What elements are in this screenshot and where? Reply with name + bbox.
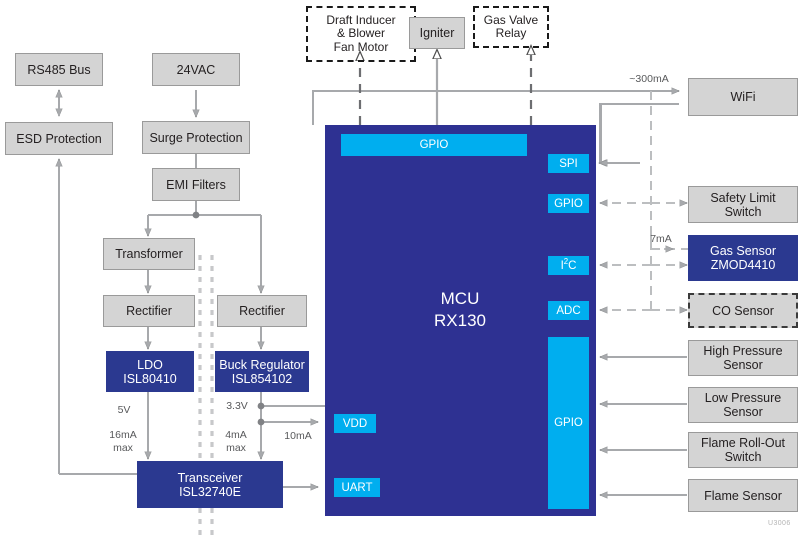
rectifier-right-box[interactable]: Rectifier xyxy=(217,295,307,327)
ldo-voltage-label: 5V xyxy=(117,404,131,416)
ldo-box[interactable]: LDO ISL80410 xyxy=(106,351,194,392)
block-diagram-canvas: RS485 Bus ESD Protection 24VAC Surge Pro… xyxy=(0,0,800,541)
ldo-current-label-line1: 16mA xyxy=(109,429,137,441)
gas-sensor-box[interactable]: Gas Sensor ZMOD4410 xyxy=(688,235,798,281)
mcu-port-gpio-top-label: GPIO xyxy=(419,139,449,151)
gas-sensor-label-line2: ZMOD4410 xyxy=(710,258,776,272)
mcu-name-line2: RX130 xyxy=(434,311,486,331)
high-pressure-sensor-label-line1: High Pressure xyxy=(703,344,783,358)
emi-filters-box[interactable]: EMI Filters xyxy=(152,168,240,201)
mcu-port-gpio-right-1-label: GPIO xyxy=(554,197,583,210)
wifi-current-label: ~300mA xyxy=(629,73,669,85)
mcu-port-uart-label: UART xyxy=(341,481,373,494)
high-pressure-sensor-box[interactable]: High Pressure Sensor xyxy=(688,340,798,376)
mcu-port-uart[interactable]: UART xyxy=(334,478,380,497)
gas-sensor-current-label: 7mA xyxy=(650,233,672,245)
mcu-port-gpio-right-block[interactable]: GPIO xyxy=(548,337,589,509)
mcu-port-spi-label: SPI xyxy=(559,157,578,170)
fan-motor-box[interactable]: Draft Inducer & Blower Fan Motor xyxy=(306,6,416,62)
rs485-bus-label: RS485 Bus xyxy=(27,62,91,77)
mcu-port-vdd[interactable]: VDD xyxy=(334,414,376,433)
emi-filters-label: EMI Filters xyxy=(166,177,226,192)
safety-limit-switch-label-line2: Switch xyxy=(724,204,762,219)
buck-label-line2: ISL854102 xyxy=(231,371,293,386)
ac-input-box[interactable]: 24VAC xyxy=(152,53,240,86)
mcu-port-adc[interactable]: ADC xyxy=(548,301,589,320)
esd-protection-box[interactable]: ESD Protection xyxy=(5,122,113,155)
buck-regulator-box[interactable]: Buck Regulator ISL854102 xyxy=(215,351,309,392)
buck-current-label-line2: max xyxy=(226,442,246,454)
co-sensor-label: CO Sensor xyxy=(712,303,774,318)
gas-valve-relay-label-line2: Relay xyxy=(495,26,527,40)
buck-label-line1: Buck Regulator xyxy=(219,357,305,372)
fan-motor-label-line2: & Blower xyxy=(336,26,386,41)
low-pressure-sensor-label-line1: Low Pressure xyxy=(704,391,782,405)
surge-protection-box[interactable]: Surge Protection xyxy=(142,121,250,154)
ldo-label-line2: ISL80410 xyxy=(123,371,177,386)
wifi-box[interactable]: WiFi xyxy=(688,78,798,116)
igniter-box[interactable]: Igniter xyxy=(409,17,465,49)
flame-roll-out-switch-box[interactable]: Flame Roll-Out Switch xyxy=(688,432,798,468)
transceiver-box[interactable]: Transceiver ISL32740E xyxy=(137,461,283,508)
transceiver-label-line1: Transceiver xyxy=(177,470,243,485)
transformer-label: Transformer xyxy=(115,247,183,261)
high-pressure-sensor-label-line2: Sensor xyxy=(723,358,763,372)
esd-protection-label: ESD Protection xyxy=(16,131,102,146)
gas-sensor-label-line1: Gas Sensor xyxy=(709,244,776,258)
ac-input-label: 24VAC xyxy=(176,62,216,77)
safety-limit-switch-label-line1: Safety Limit xyxy=(710,190,776,205)
gas-valve-relay-label-line1: Gas Valve xyxy=(483,12,539,27)
rectifier-left-label: Rectifier xyxy=(126,304,172,318)
mcu-port-gpio-right-block-label: GPIO xyxy=(554,417,583,429)
low-pressure-sensor-box[interactable]: Low Pressure Sensor xyxy=(688,387,798,423)
fan-motor-label-line1: Draft Inducer xyxy=(326,12,396,27)
rectifier-right-label: Rectifier xyxy=(239,304,285,318)
transformer-box[interactable]: Transformer xyxy=(103,238,195,270)
safety-limit-switch-box[interactable]: Safety Limit Switch xyxy=(688,186,798,223)
wifi-label: WiFi xyxy=(730,90,756,104)
ldo-current-label-line2: max xyxy=(113,442,133,454)
co-sensor-box[interactable]: CO Sensor xyxy=(688,293,798,328)
mcu-port-gpio-top[interactable]: GPIO xyxy=(341,134,527,156)
mcu-port-spi[interactable]: SPI xyxy=(548,154,589,173)
mcu-port-gpio-right-1[interactable]: GPIO xyxy=(548,194,589,213)
ldo-label-line1: LDO xyxy=(137,357,163,372)
flame-roll-out-switch-label-line2: Switch xyxy=(724,450,762,464)
flame-sensor-box[interactable]: Flame Sensor xyxy=(688,479,798,512)
flame-roll-out-switch-label-line1: Flame Roll-Out xyxy=(700,436,786,450)
igniter-label: Igniter xyxy=(419,26,455,40)
fan-motor-label-line3: Fan Motor xyxy=(333,39,389,54)
low-pressure-sensor-label-line2: Sensor xyxy=(723,405,763,419)
gas-valve-relay-box[interactable]: Gas Valve Relay xyxy=(473,6,549,48)
vdd-current-label: 10mA xyxy=(284,430,312,442)
mcu-name-line1: MCU xyxy=(440,289,480,308)
mcu-port-vdd-label: VDD xyxy=(342,417,368,430)
mcu-port-adc-label: ADC xyxy=(556,304,581,317)
mcu-port-i2c[interactable]: I2C xyxy=(548,256,589,275)
surge-protection-label: Surge Protection xyxy=(149,130,243,145)
rs485-bus-box[interactable]: RS485 Bus xyxy=(15,53,103,86)
flame-sensor-label: Flame Sensor xyxy=(704,488,782,503)
mcu-port-i2c-label: I2C xyxy=(560,256,577,272)
buck-voltage-label: 3.3V xyxy=(226,400,248,412)
rectifier-left-box[interactable]: Rectifier xyxy=(103,295,195,327)
buck-current-label-line1: 4mA xyxy=(225,429,247,441)
mcu-name: MCU RX130 xyxy=(380,288,540,332)
watermark: U3006 xyxy=(768,520,791,527)
transceiver-label-line2: ISL32740E xyxy=(179,484,241,499)
